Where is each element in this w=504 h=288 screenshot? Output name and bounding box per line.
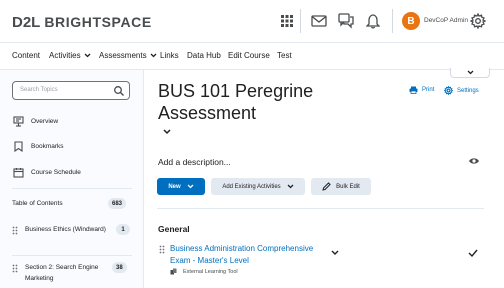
sidebar-item-course-schedule[interactable]: Course Schedule	[12, 166, 81, 178]
settings-button[interactable]: Settings	[444, 86, 479, 95]
page-title: BUS 101 Peregrine Assessment	[158, 81, 314, 123]
module-count-badge: 1	[116, 224, 130, 235]
search-placeholder: Search Topics	[20, 87, 58, 93]
course-navbar: Content Activities Assessments Links Dat…	[0, 42, 504, 70]
top-header: D2L BRIGHTSPACE B DevCoP Admin	[0, 0, 504, 42]
bulk-edit-button[interactable]: Bulk Edit	[311, 178, 371, 195]
bookmark-icon	[12, 140, 24, 152]
content-main: BUS 101 Peregrine Assessment Print Setti…	[145, 68, 504, 288]
chevron-down-icon	[467, 70, 473, 75]
external-tool-icon	[170, 268, 177, 275]
nav-item-links[interactable]: Links	[160, 51, 179, 60]
topic-type: External Learning Tool	[170, 268, 238, 275]
section-heading: General	[158, 224, 190, 234]
search-icon[interactable]	[113, 85, 125, 97]
sidebar-item-overview[interactable]: Overview	[12, 115, 58, 127]
chat-icon[interactable]	[337, 12, 355, 30]
sidebar-divider	[12, 255, 132, 256]
completion-check-icon[interactable]	[468, 248, 478, 258]
printer-icon	[409, 86, 418, 94]
chevron-down-icon	[150, 53, 157, 58]
chevron-down-icon[interactable]	[331, 250, 339, 256]
gear-icon[interactable]	[469, 12, 487, 30]
sidebar-item-label: Course Schedule	[31, 168, 81, 176]
nav-item-label: Edit Course	[228, 51, 270, 60]
nav-item-content[interactable]: Content	[12, 51, 40, 60]
collapse-toggle[interactable]	[450, 68, 490, 78]
bulk-edit-label: Bulk Edit	[336, 183, 360, 190]
module-title: Business Ethics (Windward)	[25, 226, 106, 233]
pencil-icon	[322, 182, 331, 191]
search-topics-input[interactable]: Search Topics	[12, 81, 130, 100]
apps-grid-icon[interactable]	[278, 12, 296, 30]
nav-item-label: Activities	[49, 51, 81, 60]
module-title: Section 2: Search Engine Marketing	[25, 264, 99, 282]
nav-item-activities[interactable]: Activities	[49, 51, 91, 60]
bell-icon[interactable]	[364, 12, 382, 30]
new-button-label: New	[168, 183, 181, 190]
print-button[interactable]: Print	[409, 86, 434, 94]
drag-handle-icon[interactable]	[159, 245, 165, 254]
add-existing-activities-button[interactable]: Add Existing Activities	[211, 178, 305, 195]
calendar-icon	[12, 166, 24, 178]
mail-icon[interactable]	[310, 12, 328, 30]
table-of-contents-link[interactable]: Table of Contents	[12, 200, 63, 207]
chevron-down-icon	[187, 184, 194, 189]
topic-type-label: External Learning Tool	[183, 268, 238, 275]
module-count-badge: 38	[112, 262, 127, 273]
header-divider	[392, 9, 393, 33]
add-existing-label: Add Existing Activities	[222, 183, 281, 190]
sidebar-divider	[12, 188, 132, 189]
nav-item-label: Test	[277, 51, 292, 60]
username-label[interactable]: DevCoP Admin	[424, 17, 468, 24]
avatar[interactable]: B	[402, 12, 420, 30]
sidebar-item-bookmarks[interactable]: Bookmarks	[12, 140, 64, 152]
nav-item-label: Content	[12, 51, 41, 60]
brightspace-logo[interactable]: D2L BRIGHTSPACE	[12, 12, 152, 32]
nav-item-assessments[interactable]: Assessments	[99, 51, 157, 60]
drag-handle-icon[interactable]	[12, 226, 18, 235]
overview-icon	[12, 115, 24, 127]
nav-item-label: Links	[160, 51, 179, 60]
toc-count-badge: 683	[108, 198, 127, 209]
module-item[interactable]: Business Ethics (Windward)	[12, 224, 132, 248]
nav-item-label: Assessments	[99, 51, 147, 60]
new-button[interactable]: New	[157, 178, 205, 195]
logo-d2l: D2L	[12, 13, 41, 31]
chevron-down-icon	[84, 53, 91, 58]
content-sidebar: Search Topics Overview Bookmarks Course …	[0, 70, 144, 288]
chevron-down-icon	[287, 184, 294, 189]
chevron-down-icon[interactable]	[162, 128, 172, 136]
settings-label: Settings	[457, 87, 479, 94]
logo-brightspace: BRIGHTSPACE	[44, 14, 152, 30]
sidebar-item-label: Bookmarks	[31, 142, 64, 150]
sidebar-item-label: Overview	[31, 117, 59, 125]
header-divider	[300, 9, 301, 33]
eye-icon[interactable]	[468, 156, 480, 166]
nav-item-edit-course[interactable]: Edit Course	[228, 51, 270, 60]
print-label: Print	[422, 87, 435, 93]
nav-item-label: Data Hub	[187, 51, 221, 60]
nav-item-test[interactable]: Test	[277, 51, 292, 60]
drag-handle-icon[interactable]	[12, 264, 18, 273]
section-divider	[157, 208, 484, 209]
gear-icon	[444, 86, 453, 95]
nav-item-data-hub[interactable]: Data Hub	[187, 51, 221, 60]
add-description-field[interactable]: Add a description...	[158, 157, 231, 167]
topic-link[interactable]: Business Administration Comprehensive Ex…	[170, 243, 320, 267]
